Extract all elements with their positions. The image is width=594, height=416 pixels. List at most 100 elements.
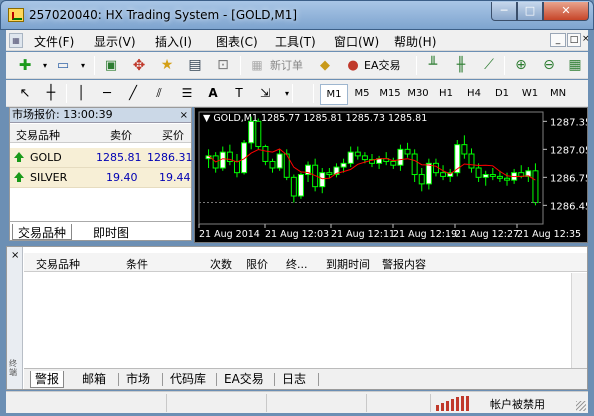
candle-body <box>418 174 425 185</box>
column-alert-content[interactable]: 警报内容 <box>382 256 426 272</box>
profiles-dropdown-icon[interactable]: ▾ <box>74 56 92 75</box>
bar-chart-icon[interactable]: ╨ <box>424 56 442 75</box>
column-symbol[interactable]: 交易品种 <box>16 127 60 143</box>
new-order-icon[interactable]: ▦ <box>248 56 266 75</box>
cursor-icon[interactable]: ↖ <box>16 84 34 103</box>
app-logo-icon <box>8 8 24 22</box>
text-label-icon[interactable]: T <box>230 84 248 103</box>
text-icon[interactable]: A <box>204 84 222 103</box>
candle-body <box>276 153 283 169</box>
fibonacci-icon[interactable]: ☰ <box>178 84 196 103</box>
candle-body <box>248 120 255 144</box>
timeframe-h1[interactable]: H1 <box>432 84 460 103</box>
market-watch-close-button[interactable]: × <box>180 109 188 123</box>
alerts-table-header: 交易品种 条件 次数 限价 终... 到期时间 警报内容 <box>24 253 587 272</box>
equidistant-channel-icon[interactable]: ⫽ <box>150 84 168 103</box>
trendline-icon[interactable]: ╱ <box>124 84 142 103</box>
candle-body <box>233 160 240 174</box>
tab-market[interactable]: 市场 <box>122 371 154 388</box>
profiles-icon[interactable]: ▭ <box>54 56 72 75</box>
new-chart-icon[interactable]: ✚ <box>16 56 34 75</box>
market-watch-columns: 交易品种 卖价 买价 <box>10 124 191 143</box>
terminal-icon[interactable]: ▤ <box>186 56 204 75</box>
horizontal-line-icon[interactable]: ─ <box>98 84 116 103</box>
column-limit[interactable]: 限价 <box>246 256 268 272</box>
candle-body <box>397 148 404 166</box>
tab-mailbox[interactable]: 邮箱 <box>78 371 110 388</box>
tab-journal[interactable]: 日志 <box>278 371 310 388</box>
new-chart-dropdown-icon[interactable]: ▾ <box>36 56 54 75</box>
candle-body <box>361 155 368 161</box>
tab-tick-chart[interactable]: 即时图 <box>88 224 134 240</box>
chart-window-menu-icon[interactable]: ▦ <box>9 33 23 48</box>
market-watch-row[interactable]: SILVER 19.40 19.44 <box>10 168 191 188</box>
tab-alerts[interactable]: 警报 <box>30 371 65 388</box>
price-chart[interactable]: 1287.35 1287.05 1286.75 1286.45 21 Aug 2014 2… <box>195 108 587 242</box>
maximize-button[interactable]: □ <box>517 2 543 21</box>
market-watch-title: 市场报价: 13:00:39 <box>12 108 113 121</box>
line-chart-icon[interactable]: ⟋ <box>480 56 498 75</box>
terminal-panel: × 终端 交易品种 条件 次数 限价 终... 到期时间 警报内容 警报 邮箱 … <box>6 246 588 390</box>
resize-grip-icon[interactable] <box>576 401 586 411</box>
menu-tools[interactable]: 工具(T) <box>275 33 316 50</box>
market-watch-row[interactable]: GOLD 1285.81 1286.31 <box>10 148 193 168</box>
menu-insert[interactable]: 插入(I) <box>155 33 192 50</box>
zoom-out-icon[interactable]: ⊖ <box>540 56 558 75</box>
close-button[interactable]: ✕ <box>543 2 589 21</box>
zoom-in-icon[interactable]: ⊕ <box>512 56 530 75</box>
ea-trading-button[interactable]: EA交易 <box>364 56 400 75</box>
timeframe-w1[interactable]: W1 <box>516 84 544 103</box>
menu-charts[interactable]: 图表(C) <box>216 33 258 50</box>
terminal-scrollbar[interactable] <box>571 273 587 368</box>
menu-view[interactable]: 显示(V) <box>94 33 136 50</box>
navigator-icon[interactable]: ★ <box>158 56 176 75</box>
y-tick-label: 1286.75 <box>550 173 587 184</box>
timeframe-m1[interactable]: M1 <box>320 84 348 105</box>
timeframe-d1[interactable]: D1 <box>488 84 516 103</box>
column-symbol[interactable]: 交易品种 <box>36 256 80 272</box>
crosshair-icon[interactable]: ┼ <box>42 84 60 103</box>
column-end[interactable]: 终... <box>286 256 308 272</box>
terminal-close-button[interactable]: × <box>11 250 19 261</box>
menu-help[interactable]: 帮助(H) <box>394 33 436 50</box>
mdi-close-button[interactable]: × <box>582 33 590 47</box>
timeframe-m5[interactable]: M5 <box>348 84 376 103</box>
column-condition[interactable]: 条件 <box>126 256 148 272</box>
tab-symbols[interactable]: 交易品种 <box>12 224 73 240</box>
tab-code-base[interactable]: 代码库 <box>166 371 210 388</box>
data-window-icon[interactable]: ✥ <box>130 56 148 75</box>
mdi-restore-button[interactable]: □ <box>567 33 581 47</box>
column-bid[interactable]: 卖价 <box>110 127 132 143</box>
tab-expert-advisors[interactable]: EA交易 <box>220 371 268 388</box>
candlestick-chart-icon[interactable]: ╫ <box>452 56 470 75</box>
market-watch-tabs: 交易品种 即时图 <box>10 221 191 240</box>
candle-body <box>354 151 361 157</box>
chart-window[interactable]: 1287.35 1287.05 1286.75 1286.45 21 Aug 2014 2… <box>194 107 588 243</box>
arrows-dropdown-icon[interactable]: ▾ <box>278 84 296 103</box>
title-bar[interactable]: 257020040: HX Trading System - [GOLD,M1]… <box>0 0 594 30</box>
minimize-button[interactable]: ─ <box>491 2 517 21</box>
metaeditor-icon[interactable]: ◆ <box>316 56 334 75</box>
timeframe-m30[interactable]: M30 <box>404 84 432 103</box>
candle-body <box>496 175 503 179</box>
tile-windows-icon[interactable]: ▦ <box>566 56 584 75</box>
arrows-icon[interactable]: ⇲ <box>256 84 274 103</box>
candle-body <box>390 160 397 166</box>
column-expiry[interactable]: 到期时间 <box>326 256 370 272</box>
mdi-minimize-button[interactable]: _ <box>550 33 566 47</box>
timeframe-mn[interactable]: MN <box>544 84 572 103</box>
column-count[interactable]: 次数 <box>210 256 232 272</box>
new-order-button[interactable]: 新订单 <box>270 56 303 75</box>
y-tick-label: 1287.05 <box>550 145 587 156</box>
vertical-line-icon[interactable]: │ <box>72 84 90 103</box>
strategy-tester-icon[interactable]: ⊡ <box>214 56 232 75</box>
expert-advisor-icon[interactable]: ● <box>344 56 362 75</box>
menu-file[interactable]: 文件(F) <box>34 33 74 50</box>
market-watch-panel: 市场报价: 13:00:39 × 交易品种 卖价 买价 GOLD 1285.81… <box>9 107 193 241</box>
market-watch-icon[interactable]: ▣ <box>102 56 120 75</box>
timeframe-h4[interactable]: H4 <box>460 84 488 103</box>
timeframe-m15[interactable]: M15 <box>376 84 404 103</box>
menu-window[interactable]: 窗口(W) <box>334 33 379 50</box>
column-ask[interactable]: 买价 <box>162 127 184 143</box>
candle-body <box>425 162 432 185</box>
